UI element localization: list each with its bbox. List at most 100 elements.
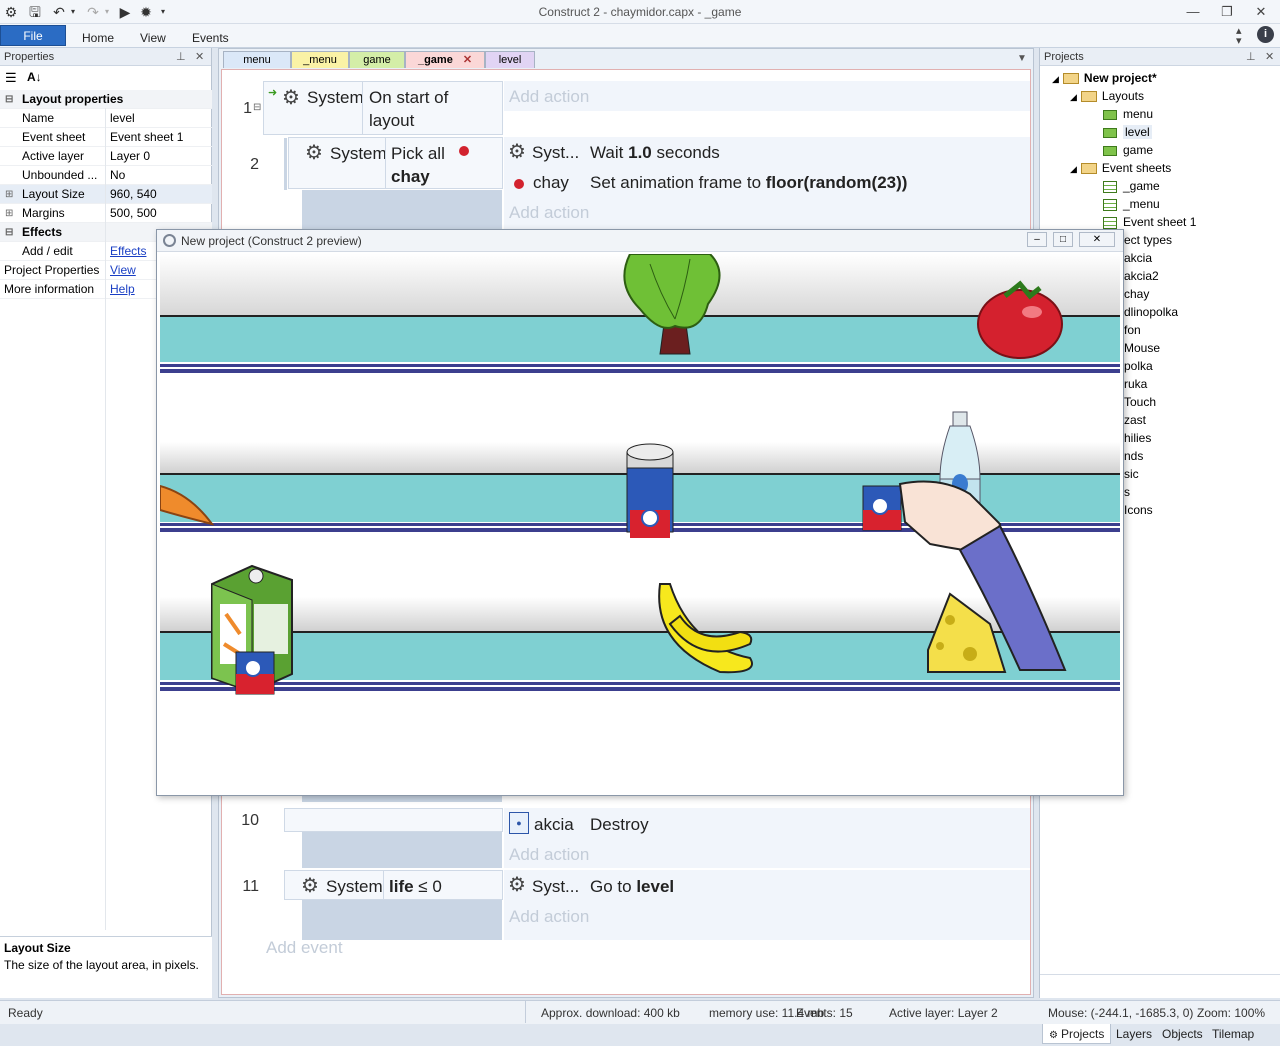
restore-icon[interactable]: ❐: [1214, 2, 1240, 22]
layout-properties-category[interactable]: ⊟ Layout properties: [0, 90, 212, 109]
tree-layouts[interactable]: ◢ Layouts: [1070, 87, 1144, 105]
collapse-arrow-icon[interactable]: ◢: [1070, 92, 1077, 102]
bottom-tab-layers[interactable]: Layers: [1110, 1024, 1158, 1044]
tree-item-layout-menu[interactable]: menu: [1103, 105, 1153, 123]
preview-window[interactable]: New project (Construct 2 preview) – □ ✕: [156, 229, 1124, 796]
tree-item-layout-level[interactable]: level: [1103, 123, 1152, 141]
tab-home[interactable]: Home: [70, 28, 126, 48]
properties-title: Properties ⊥ ✕: [0, 48, 211, 66]
game-canvas[interactable]: [160, 254, 1120, 794]
pin-icon[interactable]: ⊥: [1246, 48, 1256, 66]
tab-events[interactable]: Events: [180, 28, 241, 48]
tree-item-object[interactable]: Icons: [1124, 501, 1153, 519]
tree-item-layout-game[interactable]: game: [1103, 141, 1153, 159]
ribbon-scroll-icon[interactable]: ▴ ▾: [1236, 26, 1242, 47]
add-event-link[interactable]: Add event: [266, 938, 343, 958]
prop-value[interactable]: Layer 0: [110, 147, 210, 166]
categorized-icon[interactable]: ☰: [5, 70, 17, 86]
sort-alpha-icon[interactable]: A↓: [27, 70, 42, 84]
event-2-condition[interactable]: ⚙ System Pick all chay: [288, 137, 503, 189]
tree-item-object[interactable]: dlinopolka: [1124, 303, 1178, 321]
tree-item-object[interactable]: ruka: [1124, 375, 1147, 393]
divider: [383, 871, 384, 899]
subevent-block: [302, 832, 502, 868]
tree-item-sheet[interactable]: _game: [1103, 177, 1160, 195]
destroy-action[interactable]: Destroy: [590, 815, 649, 835]
tree-item-object[interactable]: akcia: [1124, 249, 1152, 267]
expand-icon[interactable]: ⊞: [5, 185, 13, 204]
bottom-tab-tilemap[interactable]: Tilemap: [1206, 1024, 1260, 1044]
akcia-card-sprite: [235, 651, 275, 695]
bottom-tab-projects[interactable]: ⚙ Projects: [1042, 1024, 1112, 1044]
file-menu-button[interactable]: File: [0, 25, 66, 46]
tree-item-object[interactable]: sic: [1124, 465, 1139, 483]
goto-layout-action[interactable]: Go to level: [590, 877, 674, 897]
wait-action[interactable]: Wait 1.0 seconds: [590, 143, 720, 163]
title-bar: ⚙ 🖫 ↶ ▾ ↷ ▾ ▶ ✹ ▾ Construct 2 - chaymido…: [0, 0, 1280, 24]
set-frame-action[interactable]: Set animation frame to floor(random(23)): [590, 173, 907, 193]
tab-menu[interactable]: menu: [223, 51, 291, 68]
prop-row[interactable]: Event sheet Event sheet 1: [0, 128, 212, 147]
action-param: floor(random(23)): [765, 173, 908, 192]
prop-value[interactable]: No: [110, 166, 210, 185]
info-icon[interactable]: i: [1257, 26, 1274, 43]
tree-item-object[interactable]: ect types: [1124, 231, 1172, 249]
status-download: Approx. download: 400 kb: [541, 1006, 680, 1020]
tabs-dropdown-icon[interactable]: ▼: [1017, 53, 1027, 64]
tree-item-object[interactable]: polka: [1124, 357, 1153, 375]
tree-label: menu: [1123, 107, 1154, 121]
prop-row-selected[interactable]: ⊞ Layout Size 960, 540: [0, 185, 212, 204]
add-action-link[interactable]: Add action: [509, 87, 589, 107]
add-action-link[interactable]: Add action: [509, 907, 589, 927]
pin-icon[interactable]: ⊥: [176, 48, 186, 66]
tree-item-object[interactable]: akcia2: [1124, 267, 1159, 285]
preview-close-icon[interactable]: ✕: [1079, 232, 1115, 247]
collapse-arrow-icon[interactable]: ◢: [1070, 164, 1077, 174]
event-11-condition[interactable]: ⚙ System life ≤ 0: [284, 870, 503, 900]
event-1-condition[interactable]: ➜ ⚙ System On start of layout: [263, 81, 503, 135]
tab-game[interactable]: game: [349, 51, 405, 68]
expand-icon[interactable]: ⊞: [5, 204, 13, 223]
tree-root[interactable]: ◢ New project*: [1052, 69, 1157, 87]
tree-item-object[interactable]: fon: [1124, 321, 1141, 339]
tab-_game-active[interactable]: _game ✕: [405, 51, 485, 68]
tab-_menu[interactable]: _menu: [291, 51, 349, 68]
event-10-condition[interactable]: [284, 808, 503, 832]
minimize-icon[interactable]: —: [1180, 2, 1206, 22]
preview-minimize-icon[interactable]: –: [1027, 232, 1047, 247]
tree-item-sheet[interactable]: _menu: [1103, 195, 1160, 213]
tab-view[interactable]: View: [128, 28, 178, 48]
collapse-icon[interactable]: ⊟: [5, 90, 13, 109]
prop-row[interactable]: Active layer Layer 0: [0, 147, 212, 166]
bottom-tab-objects[interactable]: Objects: [1156, 1024, 1209, 1044]
prop-value[interactable]: 960, 540: [110, 185, 210, 204]
prop-row[interactable]: ⊞ Margins 500, 500: [0, 204, 212, 223]
tree-item-object[interactable]: Mouse: [1124, 339, 1160, 357]
panel-close-icon[interactable]: ✕: [195, 48, 204, 66]
tree-item-object[interactable]: chay: [1124, 285, 1149, 303]
collapse-event-icon[interactable]: ⊟: [253, 102, 261, 113]
add-action-link[interactable]: Add action: [509, 845, 589, 865]
prop-value[interactable]: level: [110, 109, 210, 128]
prop-row[interactable]: Unbounded ... No: [0, 166, 212, 185]
add-action-link[interactable]: Add action: [509, 203, 589, 223]
tree-item-object[interactable]: hilies: [1124, 429, 1151, 447]
collapse-icon[interactable]: ⊟: [5, 223, 13, 242]
prop-row[interactable]: Name level: [0, 109, 212, 128]
tab-close-icon[interactable]: ✕: [463, 54, 472, 66]
tree-item-object[interactable]: s: [1124, 483, 1130, 501]
tree-item-object[interactable]: Touch: [1124, 393, 1156, 411]
tab-level[interactable]: level: [485, 51, 535, 68]
tree-item-object[interactable]: nds: [1124, 447, 1143, 465]
akcia-card-sprite: [862, 485, 902, 531]
prop-value[interactable]: 500, 500: [110, 204, 210, 223]
tree-item-object[interactable]: zast: [1124, 411, 1146, 429]
preview-maximize-icon[interactable]: □: [1053, 232, 1073, 247]
close-icon[interactable]: ✕: [1248, 2, 1274, 22]
tree-eventsheets[interactable]: ◢ Event sheets: [1070, 159, 1171, 177]
preview-title-bar[interactable]: New project (Construct 2 preview) – □ ✕: [157, 230, 1123, 252]
collapse-arrow-icon[interactable]: ◢: [1052, 74, 1059, 84]
prop-key: Unbounded ...: [22, 168, 98, 182]
panel-close-icon[interactable]: ✕: [1265, 48, 1274, 66]
prop-value[interactable]: Event sheet 1: [110, 128, 210, 147]
